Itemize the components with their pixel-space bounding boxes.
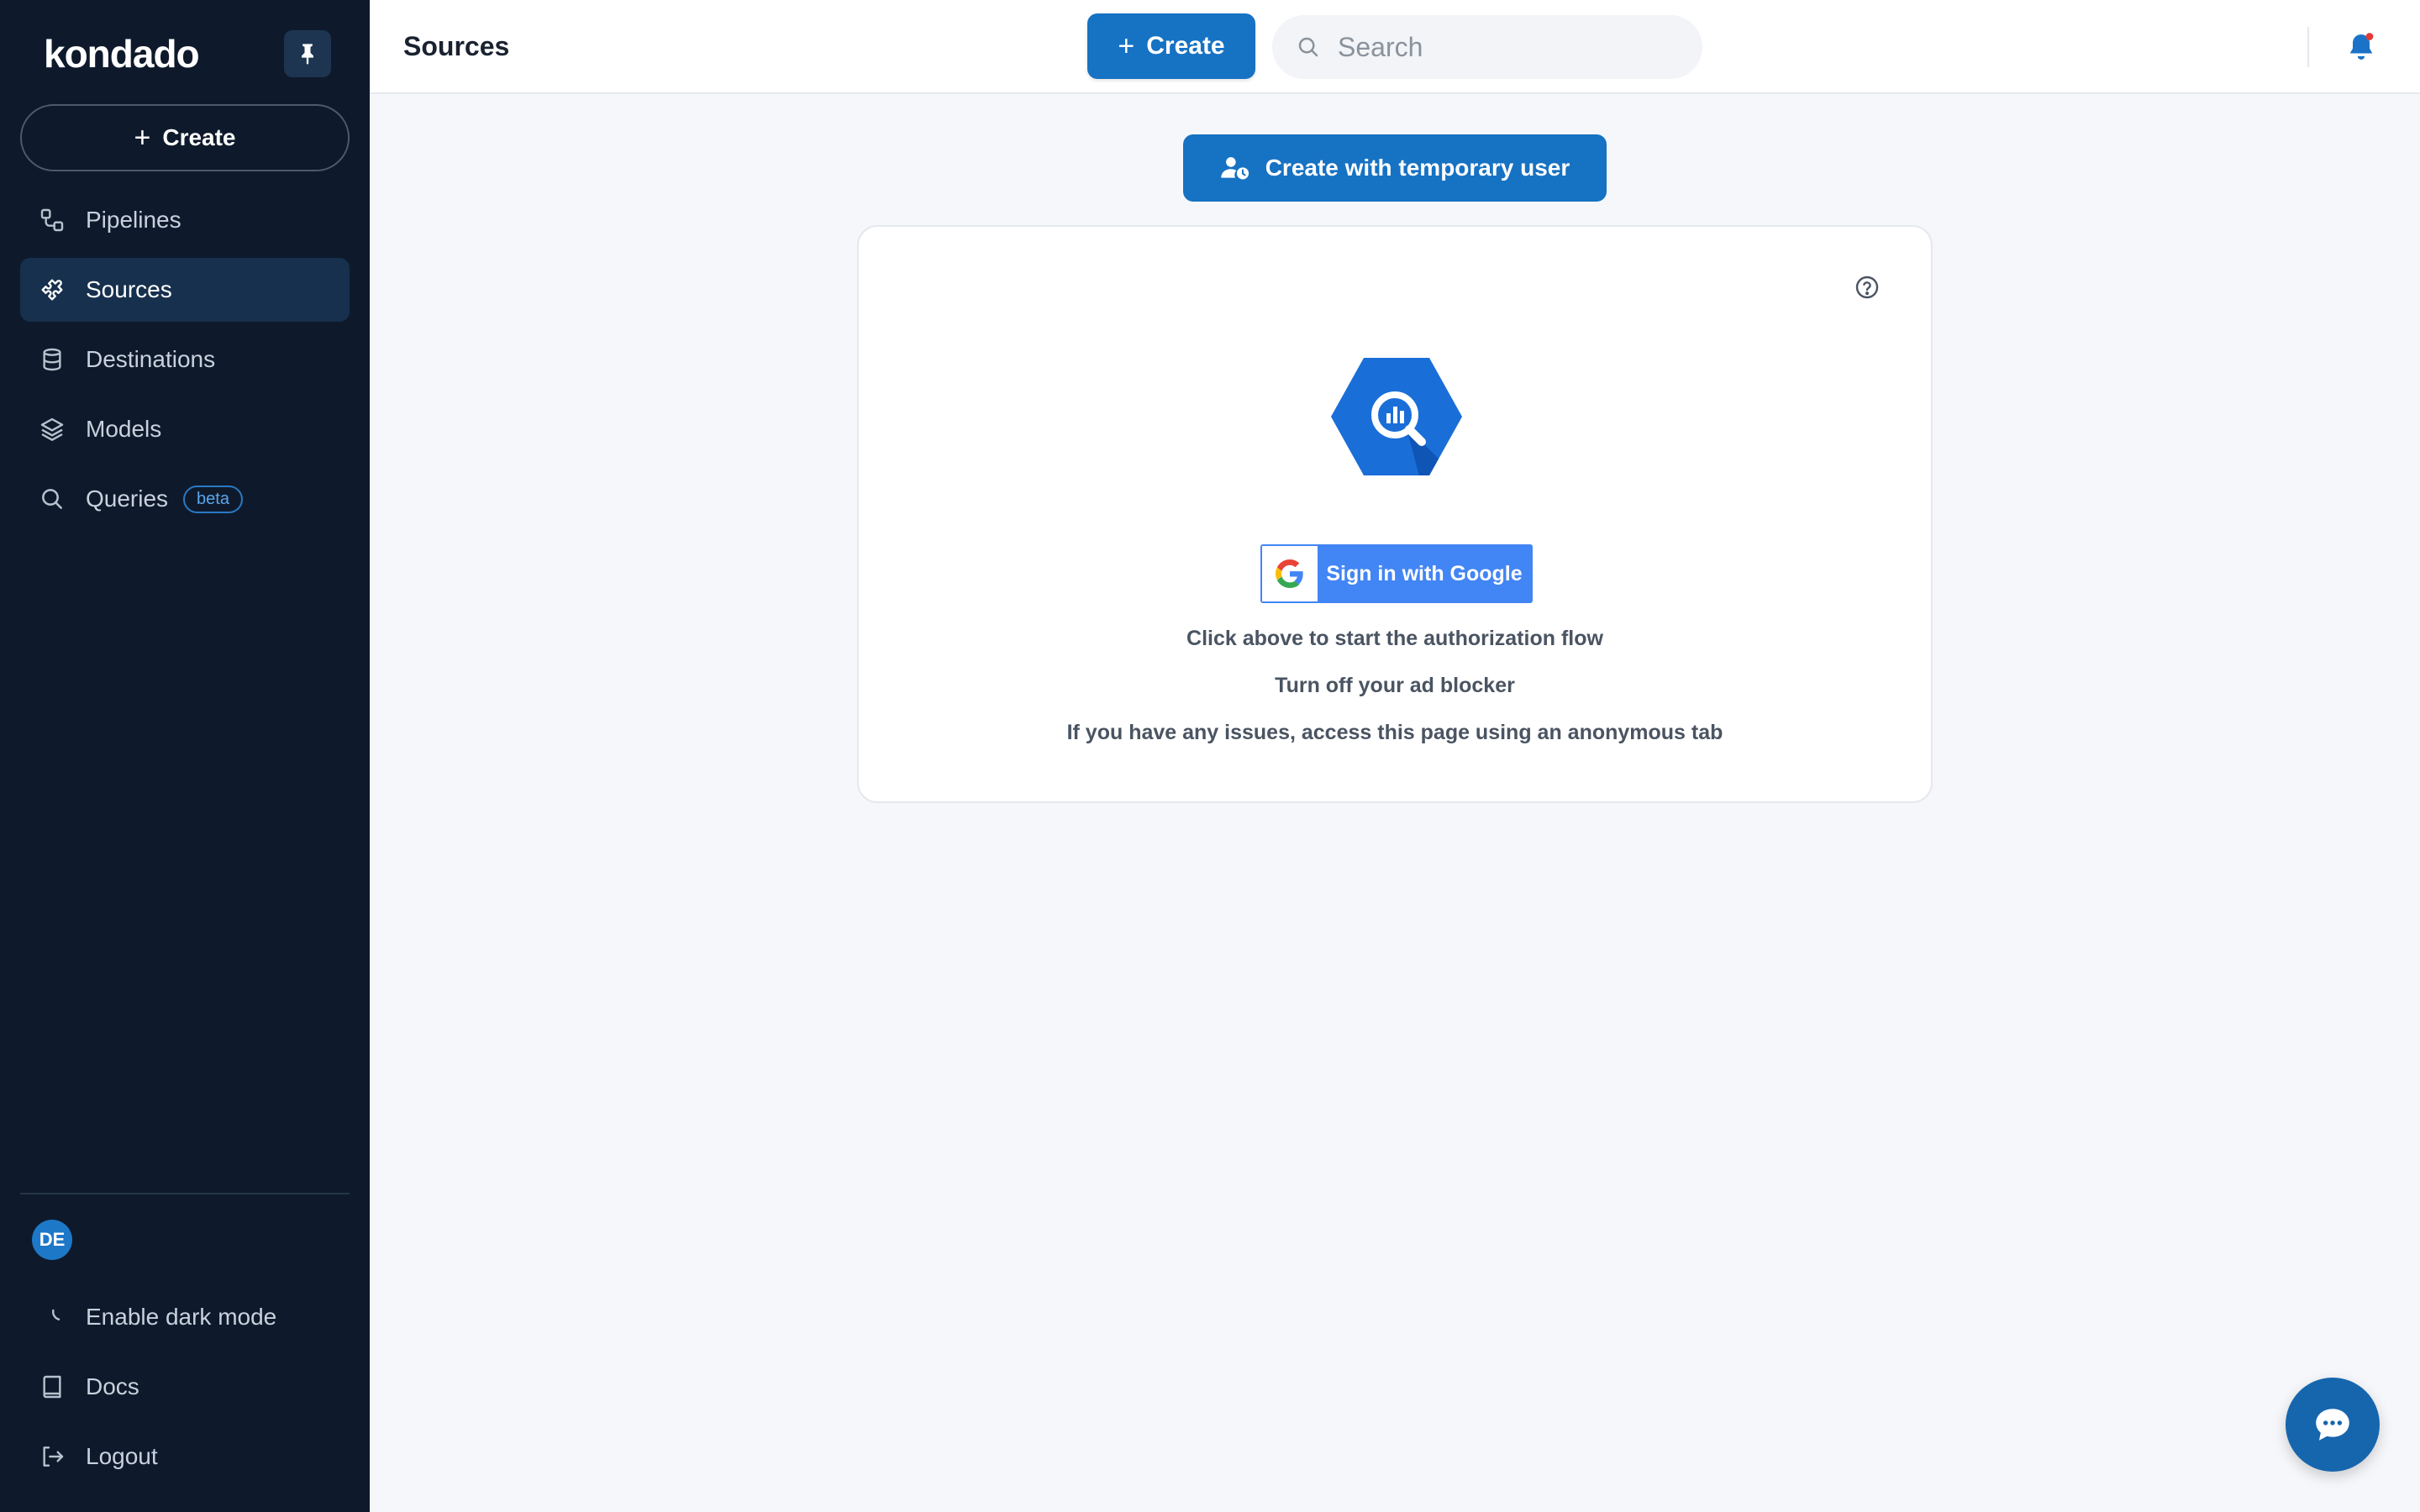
plus-icon: + bbox=[1118, 30, 1135, 62]
help-icon[interactable] bbox=[1854, 274, 1881, 301]
sidebar-create-button[interactable]: + Create bbox=[20, 104, 350, 171]
sidebar-item-label: Enable dark mode bbox=[86, 1304, 277, 1330]
book-icon bbox=[43, 1375, 61, 1399]
sidebar-item-label: Pipelines bbox=[86, 207, 182, 233]
google-logo-box bbox=[1262, 546, 1318, 601]
sidebar-item-label: Sources bbox=[86, 276, 172, 302]
database-icon bbox=[43, 348, 61, 371]
page-title: Sources bbox=[403, 30, 510, 61]
adblock-hint-text: Turn off your ad blocker bbox=[1275, 674, 1515, 697]
google-button-label: Sign in with Google bbox=[1326, 561, 1523, 585]
sidebar-item-label: Queries bbox=[86, 486, 169, 512]
sidebar: kondado + Create Pipelines Sources Desti… bbox=[0, 0, 370, 1512]
sidebar-item-destinations[interactable]: Destinations bbox=[20, 328, 350, 391]
search-box[interactable] bbox=[1272, 15, 1702, 79]
search-input[interactable] bbox=[1338, 31, 1674, 63]
sidebar-create-label: Create bbox=[162, 124, 236, 150]
user-avatar[interactable]: DE bbox=[32, 1220, 72, 1260]
sidebar-divider bbox=[20, 1193, 350, 1194]
sidebar-item-label: Destinations bbox=[86, 346, 216, 372]
sidebar-bottom-nav: Enable dark mode Docs Logout bbox=[20, 1285, 350, 1494]
topbar: Sources + Create bbox=[370, 0, 2420, 94]
google-g-icon bbox=[1276, 559, 1303, 588]
logout-icon bbox=[43, 1446, 64, 1467]
puzzle-icon bbox=[41, 279, 63, 301]
pipelines-icon bbox=[40, 208, 64, 232]
create-temporary-user-button[interactable]: Create with temporary user bbox=[1183, 134, 1607, 202]
temp-user-label: Create with temporary user bbox=[1265, 155, 1570, 181]
dark-mode-toggle[interactable]: Enable dark mode bbox=[20, 1285, 350, 1349]
plus-icon: + bbox=[134, 122, 151, 154]
bell-icon bbox=[2349, 33, 2374, 60]
search-icon bbox=[42, 489, 62, 509]
topbar-divider bbox=[2307, 27, 2309, 67]
chat-support-button[interactable] bbox=[2286, 1378, 2380, 1472]
sidebar-item-pipelines[interactable]: Pipelines bbox=[20, 188, 350, 252]
sign-in-with-google-button[interactable]: Sign in with Google bbox=[1260, 544, 1533, 603]
auth-card: Sign in with Google Click above to start… bbox=[857, 225, 1933, 803]
moon-icon bbox=[52, 1309, 60, 1320]
anonymous-tab-hint-text: If you have any issues, access this page… bbox=[1066, 721, 1723, 744]
sidebar-item-label: Models bbox=[86, 416, 162, 442]
topbar-create-label: Create bbox=[1146, 32, 1225, 60]
beta-badge: beta bbox=[183, 485, 243, 513]
sidebar-item-label: Logout bbox=[86, 1443, 158, 1469]
kondado-logo[interactable]: kondado bbox=[44, 30, 200, 77]
sidebar-item-queries[interactable]: Queries beta bbox=[20, 467, 350, 531]
sidebar-item-sources[interactable]: Sources bbox=[20, 258, 350, 322]
sidebar-item-logout[interactable]: Logout bbox=[20, 1425, 350, 1488]
user-clock-icon bbox=[1220, 157, 1249, 180]
notifications-button[interactable] bbox=[2344, 30, 2378, 64]
sidebar-item-models[interactable]: Models bbox=[20, 397, 350, 461]
search-icon bbox=[1298, 37, 1318, 57]
sidebar-item-label: Docs bbox=[86, 1373, 139, 1399]
pin-sidebar-button[interactable] bbox=[284, 30, 331, 77]
auth-hint-text: Click above to start the authorization f… bbox=[1186, 627, 1603, 650]
sidebar-nav: Pipelines Sources Destinations Models Qu… bbox=[20, 188, 350, 537]
chat-bubble-icon bbox=[2316, 1409, 2349, 1441]
topbar-create-button[interactable]: + Create bbox=[1087, 13, 1255, 79]
pin-icon bbox=[302, 44, 313, 65]
layers-icon bbox=[40, 417, 64, 441]
sidebar-item-docs[interactable]: Docs bbox=[20, 1355, 350, 1419]
bigquery-logo-icon bbox=[1331, 358, 1462, 475]
